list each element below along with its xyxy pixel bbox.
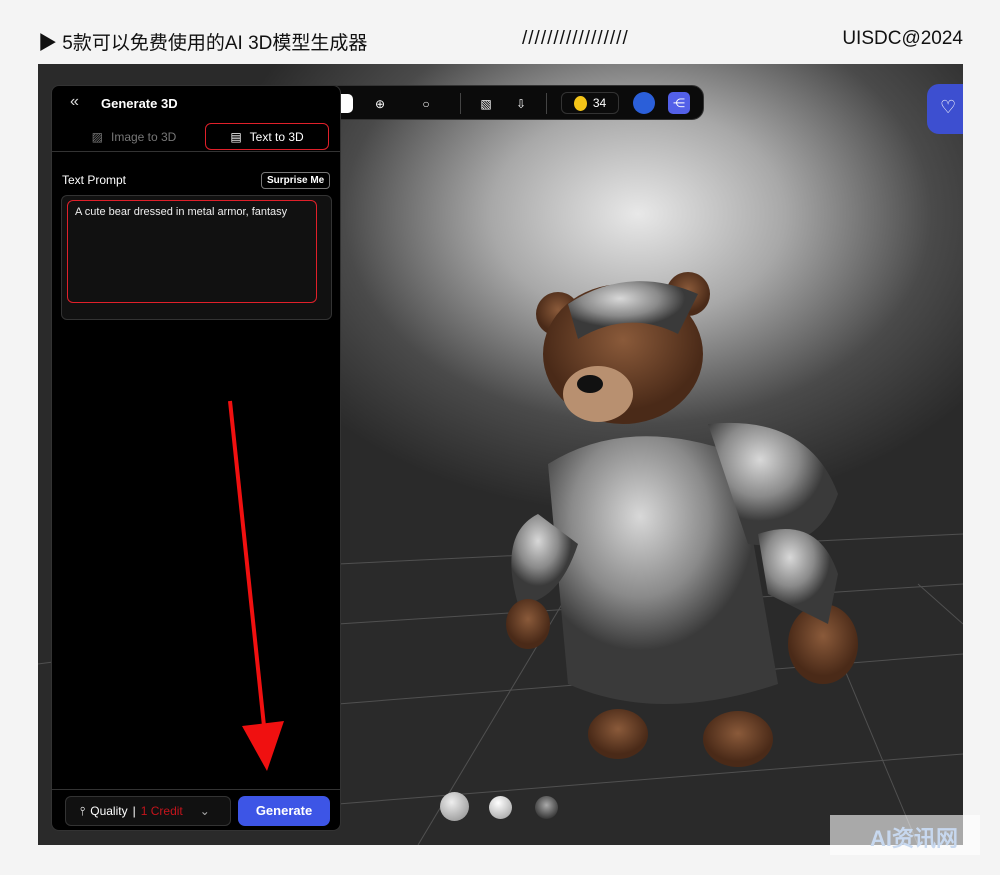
annotation-arrow xyxy=(228,400,284,771)
credit-cost: 1 Credit xyxy=(140,804,183,818)
watermark: AI资讯网 xyxy=(830,815,980,855)
quality-label: Quality xyxy=(90,804,128,818)
article-title: ▶ 5款可以免费使用的AI 3D模型生成器 xyxy=(38,33,368,54)
credits-badge[interactable]: 34 xyxy=(561,92,619,114)
tab-text-to-3d[interactable]: ▤ Text to 3D xyxy=(205,123,329,150)
credits-count: 34 xyxy=(592,96,607,110)
hand-heart-icon: ♡ xyxy=(940,97,957,117)
coin-icon xyxy=(573,95,587,111)
tab-label: Text to 3D xyxy=(249,129,304,144)
prompt-label: Text Prompt xyxy=(62,173,127,187)
material-swatch-matte[interactable] xyxy=(440,792,469,821)
surprise-me-button[interactable]: Surprise Me xyxy=(261,172,331,189)
collapse-icon[interactable]: « xyxy=(70,93,79,111)
image-icon[interactable]: ▧ xyxy=(476,94,496,113)
quality-select[interactable]: ⫯ Quality | 1 Credit ⌄ xyxy=(65,796,231,826)
bear-model[interactable] xyxy=(478,264,898,774)
panel-title: Generate 3D xyxy=(101,96,178,111)
separator: | xyxy=(132,804,136,818)
side-action-button[interactable]: ♡ xyxy=(927,84,963,134)
material-swatch-textured[interactable] xyxy=(535,796,558,819)
material-swatch-glossy[interactable] xyxy=(489,796,512,819)
view-mode-outline[interactable]: ○ xyxy=(406,94,446,113)
generate-button[interactable]: Generate xyxy=(238,796,330,826)
generate-panel: « Generate 3D ▨ Image to 3D ▤ Text to 3D T… xyxy=(51,85,341,831)
download-icon[interactable]: ⇩ xyxy=(511,94,531,113)
header-divider: ///////////////// xyxy=(522,28,629,49)
image-icon: ▨ xyxy=(91,129,103,144)
tab-label: Image to 3D xyxy=(110,129,177,144)
sliders-icon: ⫯ xyxy=(80,803,86,818)
tab-image-to-3d[interactable]: ▨ Image to 3D xyxy=(72,123,196,150)
document-icon: ▤ xyxy=(230,129,242,144)
share-button[interactable]: ⋲ xyxy=(668,92,690,114)
share-icon: ⋲ xyxy=(673,96,685,110)
view-mode-wireframe[interactable]: ⊕ xyxy=(360,94,400,113)
chevron-down-icon: ⌄ xyxy=(199,804,210,818)
top-toolbar: ◕ ⊕ ○ ▧ ⇩ 34 ⋲ xyxy=(297,85,704,120)
avatar[interactable] xyxy=(633,92,655,114)
prompt-input[interactable]: A cute bear dressed in metal armor, fant… xyxy=(67,200,317,303)
brand-label: UISDC@2024 xyxy=(842,28,963,49)
